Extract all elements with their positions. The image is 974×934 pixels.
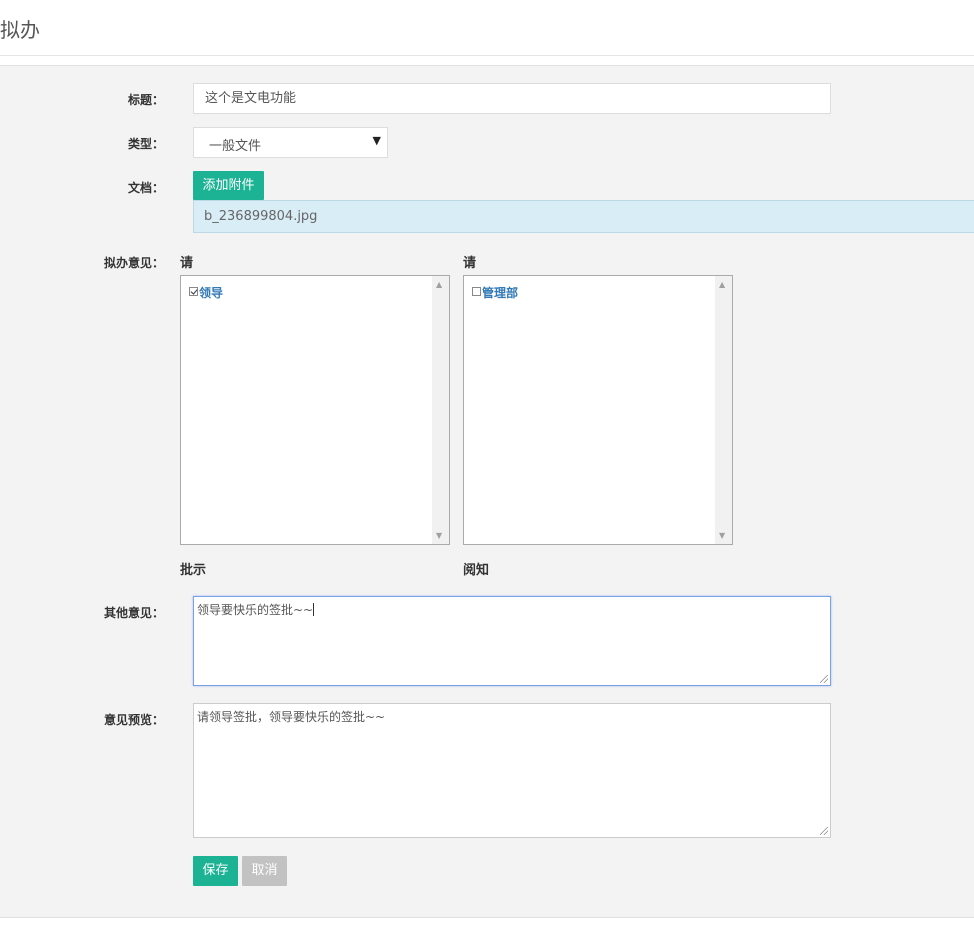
- triangle-down-icon[interactable]: ▼: [436, 531, 442, 540]
- list-item-leader[interactable]: 领导: [189, 284, 223, 301]
- management-checkbox[interactable]: [472, 287, 481, 296]
- page-title: 拟办: [0, 18, 40, 42]
- page-header: 拟办: [0, 0, 974, 56]
- triangle-up-icon[interactable]: ▲: [719, 280, 725, 289]
- type-select-value: 一般文件: [209, 139, 262, 154]
- other-opinion-label: 其他意见：: [103, 606, 164, 620]
- triangle-up-icon[interactable]: ▲: [436, 280, 442, 289]
- triangle-down-icon: ▼: [372, 134, 381, 147]
- list-item-label: 管理部: [482, 286, 519, 300]
- type-select[interactable]: 一般文件 ▼: [193, 127, 388, 158]
- save-button[interactable]: 保存: [193, 856, 238, 886]
- add-attachment-button[interactable]: 添加附件: [193, 171, 264, 200]
- department-listbox[interactable]: 管理部 ▲ ▼: [463, 275, 733, 545]
- title-input[interactable]: 这个是文电功能: [193, 83, 831, 114]
- triangle-down-icon[interactable]: ▼: [719, 531, 725, 540]
- list-item-label: 领导: [199, 286, 224, 300]
- other-opinion-textarea[interactable]: 领导要快乐的签批~~: [193, 596, 831, 686]
- leader-checkbox[interactable]: [189, 287, 198, 296]
- scrollbar[interactable]: ▲ ▼: [715, 276, 732, 544]
- other-opinion-text: 领导要快乐的签批~~: [197, 603, 314, 617]
- cancel-button[interactable]: 取消: [242, 856, 287, 886]
- left-column-footer: 批示: [180, 563, 207, 578]
- title-label: 标题：: [127, 93, 164, 107]
- left-column-heading: 请: [180, 256, 194, 271]
- leader-listbox[interactable]: 领导 ▲ ▼: [180, 275, 450, 545]
- resize-handle-icon[interactable]: [820, 827, 828, 835]
- text-caret: [313, 603, 315, 616]
- attachment-item[interactable]: b_236899804.jpg: [193, 200, 974, 233]
- right-column-heading: 请: [463, 256, 477, 271]
- resize-handle-icon[interactable]: [820, 675, 828, 683]
- preview-label: 意见预览：: [103, 713, 164, 727]
- preview-text: 请领导签批，领导要快乐的签批~~: [197, 710, 386, 724]
- list-item-management[interactable]: 管理部: [472, 284, 518, 301]
- right-column-footer: 阅知: [463, 563, 490, 578]
- doc-label: 文档：: [127, 181, 164, 195]
- attachment-name: b_236899804.jpg: [204, 209, 318, 224]
- opinion-label: 拟办意见：: [103, 256, 164, 270]
- preview-textarea[interactable]: 请领导签批，领导要快乐的签批~~: [193, 703, 831, 838]
- type-label: 类型：: [127, 137, 164, 151]
- scrollbar[interactable]: ▲ ▼: [432, 276, 449, 544]
